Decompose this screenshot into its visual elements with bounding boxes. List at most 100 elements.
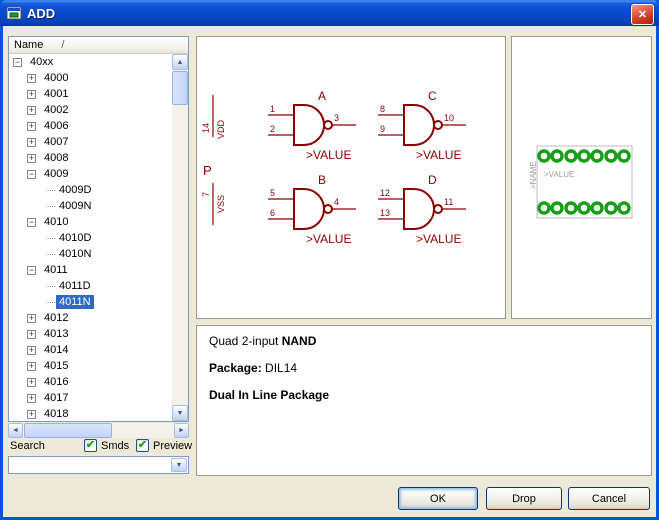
tree-header-name[interactable]: Name / bbox=[9, 37, 188, 54]
search-combo[interactable]: ▼ bbox=[8, 456, 189, 474]
tree-item[interactable]: +4017 bbox=[9, 390, 172, 406]
expander-minus-icon[interactable]: − bbox=[27, 266, 36, 275]
svg-text:6: 6 bbox=[270, 208, 275, 218]
pads-top-row bbox=[539, 151, 629, 161]
svg-text:7: 7 bbox=[201, 192, 211, 197]
smds-checkbox[interactable]: ✔ bbox=[84, 439, 97, 452]
tree-item[interactable]: 4011D bbox=[9, 278, 172, 294]
symbol-preview-panel: 14 VDD P 7 VSS 1 2 3 A >VALUE bbox=[196, 36, 506, 319]
description-text-bold: NAND bbox=[282, 334, 317, 348]
expander-minus-icon[interactable]: − bbox=[13, 58, 22, 67]
chevron-down-icon: ▼ bbox=[176, 462, 183, 469]
tree-item[interactable]: +4016 bbox=[9, 374, 172, 390]
expander-plus-icon[interactable]: + bbox=[27, 410, 36, 419]
preview-checkbox-label[interactable]: Preview bbox=[153, 440, 192, 452]
expander-plus-icon[interactable]: + bbox=[27, 138, 36, 147]
tree-item[interactable]: +4008 bbox=[9, 150, 172, 166]
tree-item[interactable]: +4012 bbox=[9, 310, 172, 326]
svg-text:C: C bbox=[428, 89, 437, 103]
svg-text:13: 13 bbox=[380, 208, 390, 218]
svg-text:>VALUE: >VALUE bbox=[416, 148, 461, 162]
scroll-left-button[interactable]: ◄ bbox=[8, 423, 23, 438]
description-panel: Quad 2-input NAND Package: DIL14 Dual In… bbox=[196, 325, 652, 476]
horizontal-scroll-thumb[interactable] bbox=[24, 423, 112, 438]
ok-button[interactable]: OK bbox=[398, 487, 478, 510]
expander-plus-icon[interactable]: + bbox=[27, 394, 36, 403]
svg-text:12: 12 bbox=[380, 188, 390, 198]
tree-item[interactable]: 4010D bbox=[9, 230, 172, 246]
scroll-up-button[interactable]: ▲ bbox=[172, 54, 188, 70]
tree-item[interactable]: +4002 bbox=[9, 102, 172, 118]
combo-dropdown-button[interactable]: ▼ bbox=[171, 458, 187, 472]
svg-text:B: B bbox=[318, 173, 326, 187]
expander-plus-icon[interactable]: + bbox=[27, 154, 36, 163]
tree-item[interactable]: +4013 bbox=[9, 326, 172, 342]
tree-item[interactable]: 4010N bbox=[9, 246, 172, 262]
arrow-down-icon: ▼ bbox=[177, 410, 184, 417]
svg-text:10: 10 bbox=[444, 113, 454, 123]
expander-plus-icon[interactable]: + bbox=[27, 122, 36, 131]
tree-item[interactable]: +4014 bbox=[9, 342, 172, 358]
description-text-bold: Dual In Line Package bbox=[209, 388, 329, 402]
scroll-right-button[interactable]: ► bbox=[174, 423, 189, 438]
svg-text:1: 1 bbox=[270, 104, 275, 114]
sort-ascending-icon: / bbox=[61, 39, 64, 51]
expander-plus-icon[interactable]: + bbox=[27, 90, 36, 99]
close-icon: ✕ bbox=[638, 8, 647, 21]
preview-checkbox[interactable]: ✔ bbox=[136, 439, 149, 452]
expander-plus-icon[interactable]: + bbox=[27, 106, 36, 115]
tree-item[interactable]: −4011 bbox=[9, 262, 172, 278]
description-text: DIL14 bbox=[262, 361, 297, 375]
tree-item[interactable]: 4009N bbox=[9, 198, 172, 214]
expander-plus-icon[interactable]: + bbox=[27, 378, 36, 387]
tree-item[interactable]: +4007 bbox=[9, 134, 172, 150]
tree-item-selected[interactable]: 4011N bbox=[9, 294, 172, 310]
close-button[interactable]: ✕ bbox=[631, 4, 654, 25]
arrow-left-icon: ◄ bbox=[12, 427, 19, 434]
search-label: Search bbox=[10, 440, 45, 452]
tree-item[interactable]: +4006 bbox=[9, 118, 172, 134]
titlebar[interactable]: ADD ✕ bbox=[0, 0, 659, 26]
add-dialog: ADD ✕ Name / −40xx +4000 +4001 +4002 +40… bbox=[0, 0, 659, 520]
description-text: Quad 2-input bbox=[209, 334, 282, 348]
svg-text:9: 9 bbox=[380, 124, 385, 134]
library-tree: Name / −40xx +4000 +4001 +4002 +4006 +40… bbox=[8, 36, 189, 422]
nand-gate-a: 1 2 3 A >VALUE bbox=[268, 89, 356, 162]
svg-text:P: P bbox=[203, 163, 212, 178]
svg-text:>VALUE: >VALUE bbox=[306, 148, 351, 162]
description-text-bold: Package: bbox=[209, 361, 262, 375]
checkmark-icon: ✔ bbox=[138, 439, 147, 451]
drop-button[interactable]: Drop bbox=[486, 487, 562, 510]
tree-item[interactable]: −4010 bbox=[9, 214, 172, 230]
expander-plus-icon[interactable]: + bbox=[27, 74, 36, 83]
vertical-scroll-thumb[interactable] bbox=[172, 71, 188, 105]
scroll-down-button[interactable]: ▼ bbox=[172, 405, 188, 421]
search-input[interactable] bbox=[11, 458, 170, 472]
svg-text:3: 3 bbox=[334, 113, 339, 123]
tree-item[interactable]: +4018 bbox=[9, 406, 172, 421]
expander-minus-icon[interactable]: − bbox=[27, 218, 36, 227]
cancel-button[interactable]: Cancel bbox=[568, 487, 650, 510]
description-line: Dual In Line Package bbox=[209, 388, 639, 402]
tree-item[interactable]: +4000 bbox=[9, 70, 172, 86]
expander-plus-icon[interactable]: + bbox=[27, 314, 36, 323]
package-preview-panel: >NAME >VALUE bbox=[511, 36, 652, 319]
expander-plus-icon[interactable]: + bbox=[27, 346, 36, 355]
svg-text:2: 2 bbox=[270, 124, 275, 134]
expander-plus-icon[interactable]: + bbox=[27, 330, 36, 339]
tree-item[interactable]: −4009 bbox=[9, 166, 172, 182]
tree-horizontal-scrollbar[interactable]: ◄ ► bbox=[8, 423, 189, 438]
description-line: Package: DIL14 bbox=[209, 361, 639, 375]
window-title: ADD bbox=[27, 6, 55, 21]
tree-vertical-scrollbar[interactable]: ▲ ▼ bbox=[172, 54, 188, 421]
tree-item[interactable]: 4009D bbox=[9, 182, 172, 198]
tree-item[interactable]: +4015 bbox=[9, 358, 172, 374]
tree-item[interactable]: +4001 bbox=[9, 86, 172, 102]
svg-text:11: 11 bbox=[444, 197, 453, 207]
pads-bottom-row bbox=[539, 203, 629, 213]
expander-minus-icon[interactable]: − bbox=[27, 170, 36, 179]
svg-text:14: 14 bbox=[201, 123, 211, 133]
smds-checkbox-label[interactable]: Smds bbox=[101, 440, 129, 452]
expander-plus-icon[interactable]: + bbox=[27, 362, 36, 371]
tree-item[interactable]: −40xx bbox=[9, 54, 172, 70]
